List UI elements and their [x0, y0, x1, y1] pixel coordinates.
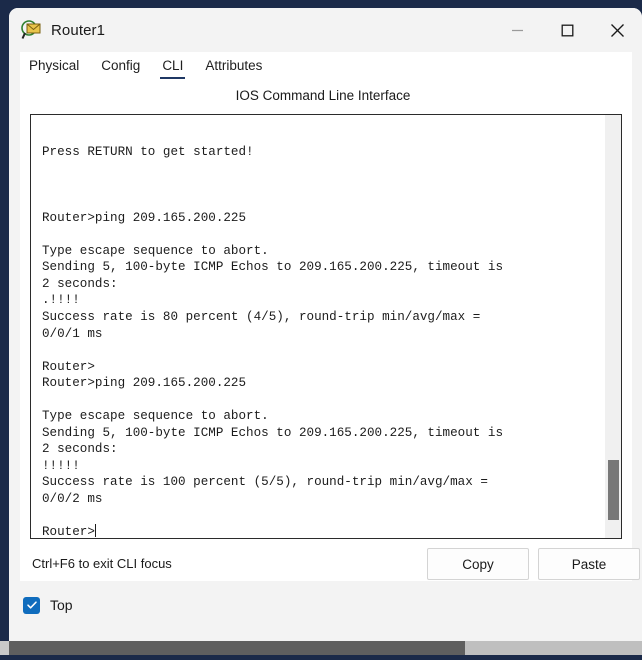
panel-heading: IOS Command Line Interface: [235, 88, 411, 103]
checkmark-icon: [26, 601, 37, 609]
desktop-background: Router1 Physical Config CLI Attributes I…: [0, 0, 642, 660]
minimize-icon: [511, 29, 523, 31]
close-button[interactable]: [592, 8, 642, 52]
copy-button[interactable]: Copy: [427, 548, 529, 580]
tab-config[interactable]: Config: [92, 55, 149, 81]
cli-panel: IOS Command Line Interface Press RETURN …: [20, 82, 640, 612]
router-magnifier-icon: [21, 20, 41, 39]
tab-attributes[interactable]: Attributes: [196, 55, 271, 81]
tab-strip: Physical Config CLI Attributes: [20, 52, 632, 82]
horizontal-scrollbar-thumb[interactable]: [9, 641, 465, 655]
tab-attributes-label: Attributes: [205, 58, 263, 73]
top-checkbox-label: Top: [50, 597, 73, 613]
maximize-button[interactable]: [542, 8, 592, 52]
terminal-vertical-scrollbar[interactable]: [604, 115, 621, 538]
terminal-text: Press RETURN to get started! Router>ping…: [42, 144, 504, 507]
horizontal-scrollbar[interactable]: [9, 641, 642, 655]
window-titlebar[interactable]: Router1: [9, 8, 642, 52]
window-controls: [492, 8, 642, 52]
paste-button[interactable]: Paste: [538, 548, 640, 580]
terminal-scrollbar-thumb[interactable]: [608, 460, 619, 520]
close-icon: [610, 23, 624, 37]
window-title: Router1: [51, 21, 106, 39]
terminal-container: Press RETURN to get started! Router>ping…: [30, 114, 622, 539]
terminal-prompt: Router>: [42, 525, 95, 538]
cli-focus-hint: Ctrl+F6 to exit CLI focus: [32, 556, 172, 571]
tab-config-label: Config: [101, 58, 141, 73]
router-cli-window: Router1 Physical Config CLI Attributes I…: [9, 8, 642, 641]
tab-cli-label: CLI: [162, 58, 184, 73]
tab-physical-label: Physical: [29, 58, 80, 73]
bottom-bar: Top: [9, 581, 642, 629]
desktop-bottom-strip: [0, 655, 642, 660]
tab-physical[interactable]: Physical: [20, 55, 88, 81]
scrollbar-corner: [0, 641, 9, 655]
tab-cli[interactable]: CLI: [153, 55, 192, 81]
maximize-icon: [561, 24, 573, 36]
top-checkbox[interactable]: [23, 596, 40, 614]
minimize-button[interactable]: [492, 8, 542, 52]
terminal-cursor: [94, 524, 97, 538]
terminal-output[interactable]: Press RETURN to get started! Router>ping…: [31, 115, 604, 538]
